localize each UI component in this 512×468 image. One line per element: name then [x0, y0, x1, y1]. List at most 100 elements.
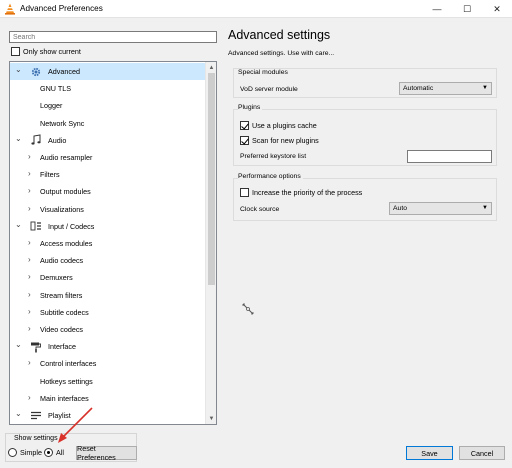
tree-item-control-interfaces[interactable]: › Control interfaces — [10, 355, 206, 372]
tree-item-logger[interactable]: Logger — [10, 97, 206, 114]
tree-item-label: Video codecs — [40, 325, 84, 335]
clock-source-select[interactable]: Auto ▼ — [389, 202, 492, 215]
reset-preferences-button[interactable]: Reset Preferences — [76, 444, 137, 462]
minimize-icon: — — [432, 4, 442, 14]
tree-item-label: Network Sync — [40, 118, 85, 128]
special-modules-title: Special modules — [238, 69, 288, 76]
tree-item-hotkeys-settings[interactable]: Hotkeys settings — [10, 373, 206, 390]
collapse-chevron-icon[interactable]: › — [28, 186, 31, 195]
tree-item-audio[interactable]: ⌄ Audio — [10, 132, 206, 149]
tree-item-network-sync[interactable]: Network Sync — [10, 115, 206, 132]
collapse-chevron-icon[interactable]: › — [28, 393, 31, 402]
window-title: Advanced Preferences — [20, 4, 103, 13]
tree-item-output-modules[interactable]: › Output modules — [10, 183, 206, 200]
tree-item-gnu-tls[interactable]: GNU TLS — [10, 80, 206, 97]
tree-item-label: Audio codecs — [40, 256, 84, 266]
tree-item-main-interfaces[interactable]: › Main interfaces — [10, 390, 206, 407]
maximize-icon: ☐ — [462, 3, 472, 14]
playlist-icon — [30, 410, 42, 424]
collapse-chevron-icon[interactable]: › — [28, 272, 31, 281]
all-option[interactable]: All — [44, 448, 64, 457]
expand-chevron-icon[interactable]: ⌄ — [15, 65, 22, 74]
tree-item-label: Main interfaces — [40, 393, 89, 403]
scroll-up-icon[interactable]: ▲ — [206, 62, 216, 73]
tree-item-label: Access modules — [40, 239, 93, 249]
codecs-icon — [30, 220, 42, 234]
increase-priority-checkbox[interactable] — [240, 188, 249, 197]
tree-item-label: Filters — [40, 170, 60, 180]
save-button[interactable]: Save — [406, 446, 453, 460]
scroll-down-icon[interactable]: ▼ — [206, 413, 216, 424]
collapse-chevron-icon[interactable]: › — [28, 290, 31, 299]
only-show-current[interactable]: Only show current — [11, 47, 81, 56]
tree-item-video-codecs[interactable]: › Video codecs — [10, 321, 206, 338]
collapse-chevron-icon[interactable]: › — [28, 169, 31, 178]
collapse-chevron-icon[interactable]: › — [28, 324, 31, 333]
expand-chevron-icon[interactable]: ⌄ — [15, 409, 22, 418]
tree-item-label: GNU TLS — [40, 84, 72, 94]
tree-item-subtitle-codecs[interactable]: › Subtitle codecs — [10, 304, 206, 321]
tree-item-filters[interactable]: › Filters — [10, 166, 206, 183]
simple-radio[interactable] — [8, 448, 17, 457]
scroll-thumb[interactable] — [208, 73, 215, 285]
only-show-current-checkbox[interactable] — [11, 47, 20, 56]
vlc-cone-icon — [5, 3, 15, 15]
tree-item-visualizations[interactable]: › Visualizations — [10, 201, 206, 218]
tree-item-label: Input / Codecs — [48, 221, 95, 231]
collapse-chevron-icon[interactable]: › — [28, 204, 31, 213]
tree-item-access-modules[interactable]: › Access modules — [10, 235, 206, 252]
increase-priority-option[interactable]: Increase the priority of the process — [240, 188, 362, 197]
use-plugins-cache-option[interactable]: Use a plugins cache — [240, 121, 317, 130]
tree-item-label: Subtitle codecs — [40, 307, 89, 317]
use-plugins-cache-checkbox[interactable] — [240, 121, 249, 130]
tree-item-label: Audio resampler — [40, 153, 93, 163]
expand-chevron-icon[interactable]: ⌄ — [15, 340, 22, 349]
scan-new-plugins-option[interactable]: Scan for new plugins — [240, 136, 319, 145]
maximize-button[interactable]: ☐ — [452, 0, 482, 18]
collapse-chevron-icon[interactable]: › — [28, 358, 31, 367]
all-radio[interactable] — [44, 448, 53, 457]
close-icon: ✕ — [493, 3, 501, 14]
scan-new-plugins-checkbox[interactable] — [240, 136, 249, 145]
tree-item-label: Output modules — [40, 187, 91, 197]
tree-item-label: Demuxers — [40, 273, 73, 283]
close-button[interactable]: ✕ — [482, 0, 512, 18]
vod-server-module-value: Automatic — [403, 85, 434, 92]
expand-chevron-icon[interactable]: ⌄ — [15, 220, 22, 229]
cancel-button[interactable]: Cancel — [459, 446, 505, 460]
dropdown-arrow-icon: ▼ — [482, 205, 488, 211]
clock-source-value: Auto — [393, 205, 407, 212]
collapse-chevron-icon[interactable]: › — [28, 238, 31, 247]
music-note-icon — [30, 134, 42, 148]
search-input[interactable] — [9, 31, 217, 43]
expand-chevron-icon[interactable]: ⌄ — [15, 134, 22, 143]
simple-option[interactable]: Simple — [8, 448, 42, 457]
tree-item-playlist[interactable]: ⌄ Playlist — [10, 407, 206, 424]
scan-new-plugins-label: Scan for new plugins — [252, 136, 319, 145]
collapse-chevron-icon[interactable]: › — [28, 307, 31, 316]
tree-scrollbar[interactable]: ▲ ▼ — [205, 62, 216, 424]
tree-item-label: Hotkeys settings — [40, 376, 93, 386]
simple-label: Simple — [20, 448, 42, 457]
tree-item-interface[interactable]: ⌄ Interface — [10, 338, 206, 355]
tree-item-label: Stream filters — [40, 290, 83, 300]
tree-item-input-codecs[interactable]: ⌄ Input / Codecs — [10, 218, 206, 235]
tree-item-demuxers[interactable]: › Demuxers — [10, 269, 206, 286]
tree-item-audio-resampler[interactable]: › Audio resampler — [10, 149, 206, 166]
performance-title: Performance options — [238, 173, 303, 180]
vod-server-module-select[interactable]: Automatic ▼ — [399, 82, 492, 95]
tree-item-label: Interface — [48, 342, 76, 352]
collapse-chevron-icon[interactable]: › — [28, 255, 31, 264]
show-settings-label: Show settings — [12, 435, 60, 442]
keystore-input[interactable] — [407, 150, 492, 163]
tree-item-audio-codecs[interactable]: › Audio codecs — [10, 252, 206, 269]
tree-item-stream-filters[interactable]: › Stream filters — [10, 287, 206, 304]
page-title: Advanced settings — [228, 28, 331, 42]
settings-tree[interactable]: ⌄ Advanced GNU TLS Logger Network Sync ⌄ Audio… — [9, 61, 217, 425]
tree-item-advanced[interactable]: ⌄ Advanced — [10, 63, 206, 81]
minimize-button[interactable]: — — [422, 0, 452, 18]
increase-priority-label: Increase the priority of the process — [252, 188, 363, 197]
use-plugins-cache-label: Use a plugins cache — [252, 121, 317, 130]
collapse-chevron-icon[interactable]: › — [28, 152, 31, 161]
keystore-label: Preferred keystore list — [240, 153, 307, 160]
